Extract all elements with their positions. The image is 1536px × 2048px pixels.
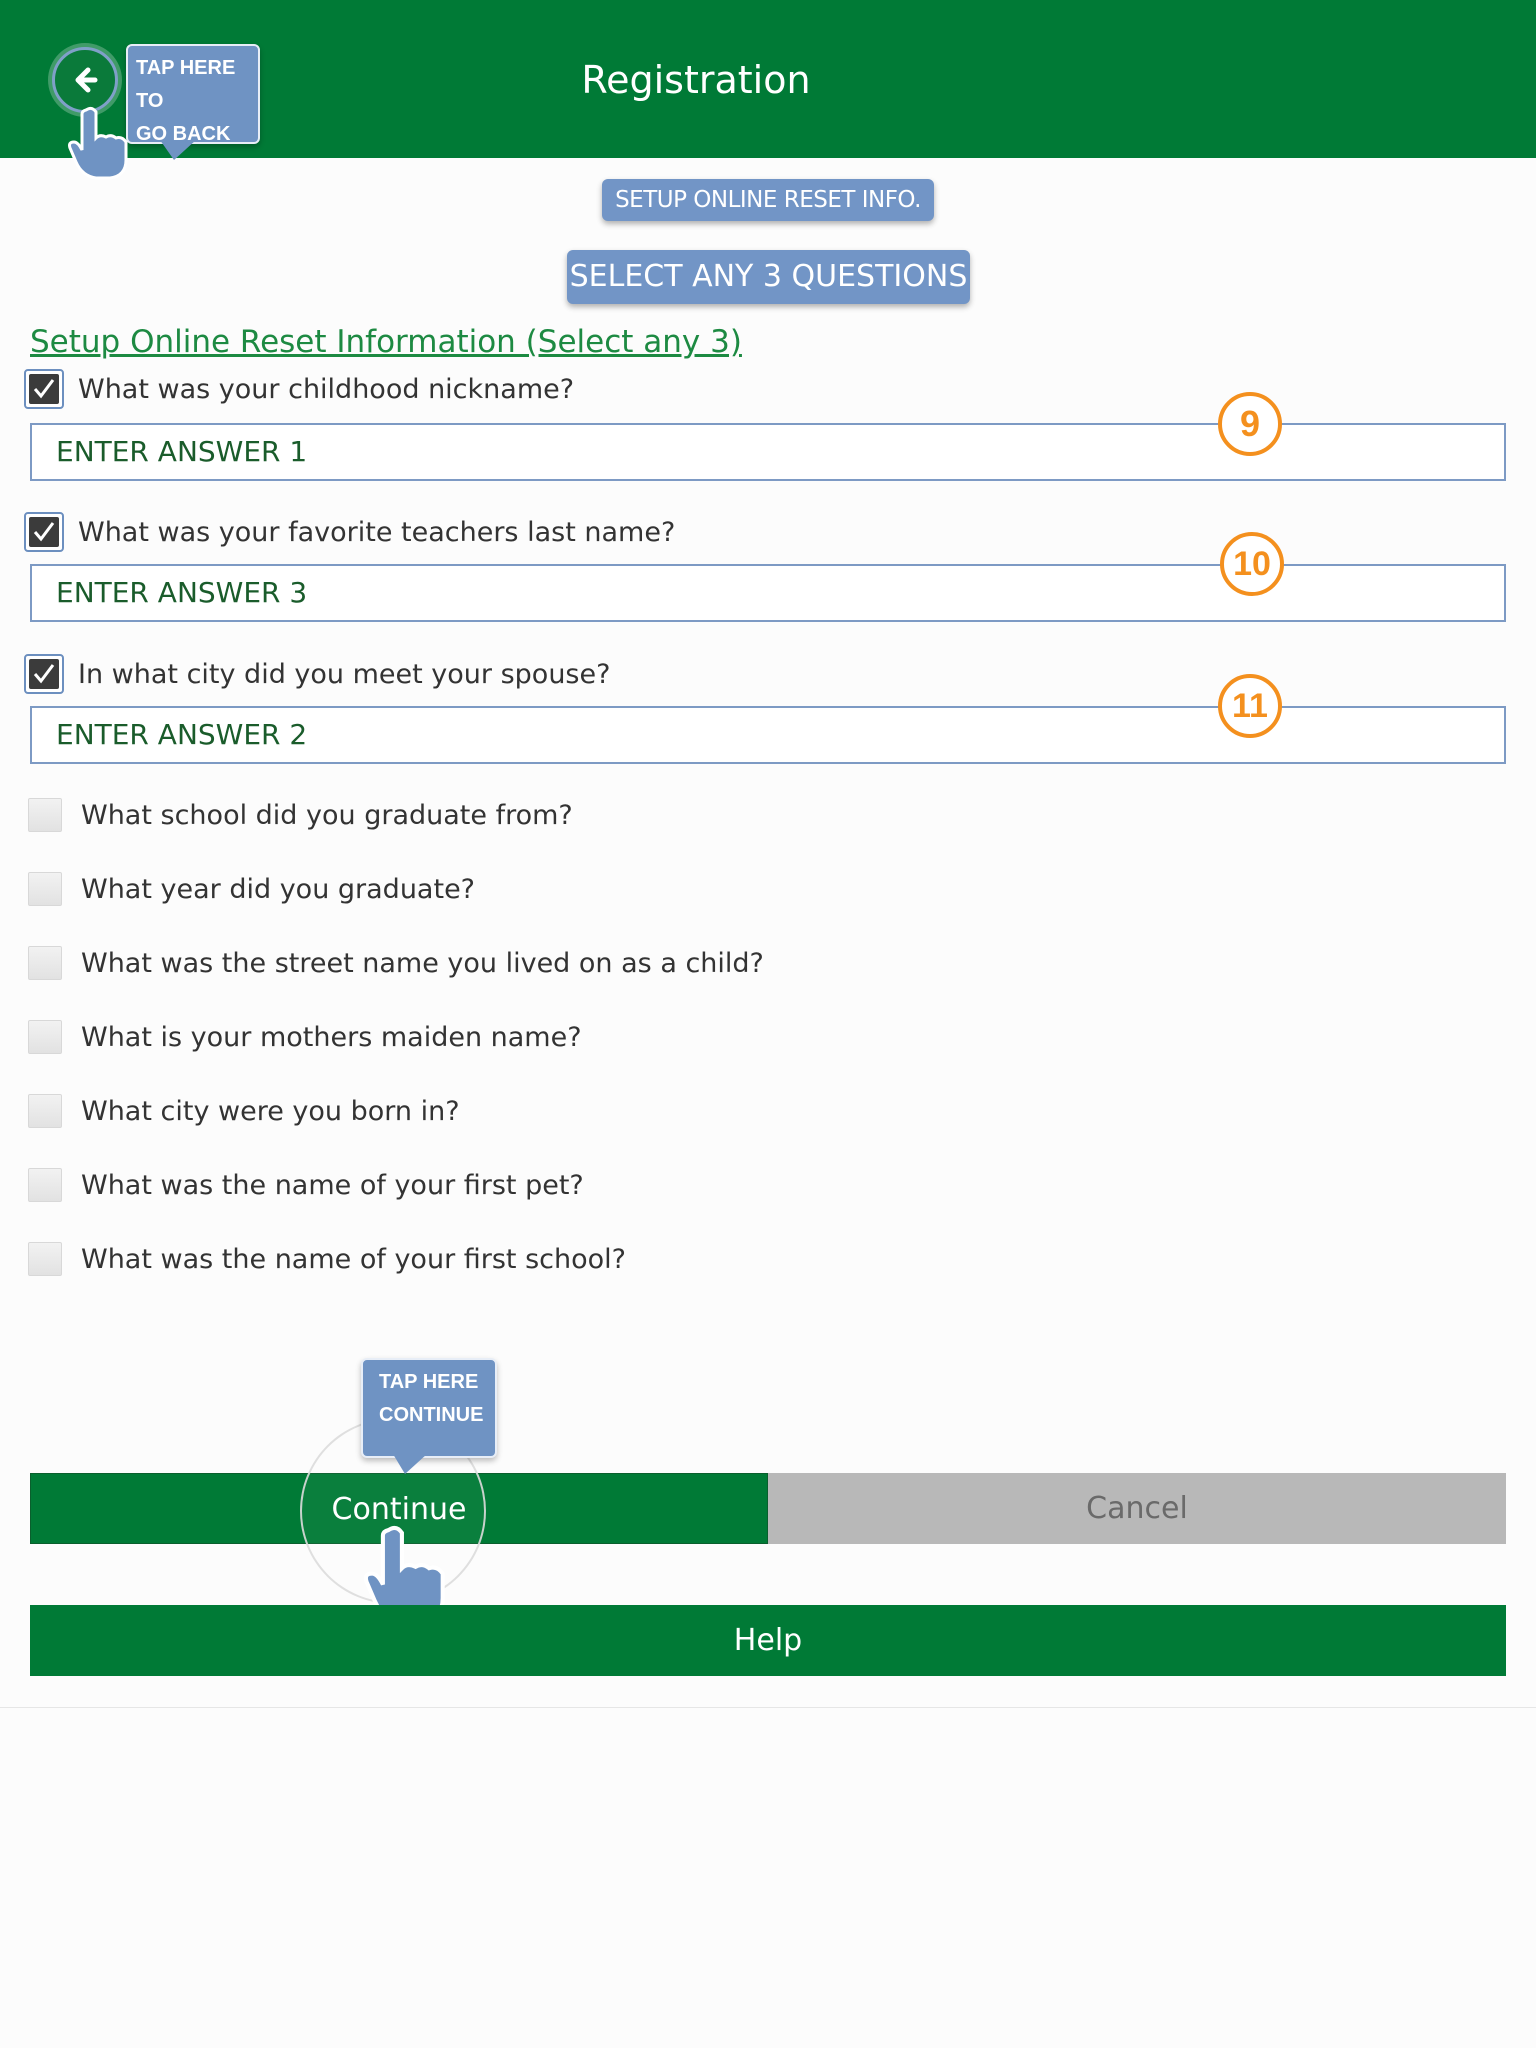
tooltip-tail <box>393 1454 427 1474</box>
cancel-button[interactable]: Cancel <box>768 1473 1506 1544</box>
question-label: What is your mothers maiden name? <box>81 1021 582 1053</box>
question-label: What was the street name you lived on as… <box>81 947 764 979</box>
question-row-childhood-nickname: What was your childhood nickname? <box>24 367 574 411</box>
question-checkbox[interactable] <box>24 369 64 409</box>
checkmark-icon <box>33 522 55 542</box>
hand-pointer-icon <box>68 106 128 180</box>
question-checkbox[interactable] <box>24 654 64 694</box>
tooltip-tail <box>160 140 196 160</box>
question-checkbox[interactable] <box>28 1168 62 1202</box>
back-tooltip-line1: TAP HERE TO <box>136 57 236 112</box>
setup-reset-info-label: SETUP ONLINE RESET INFO. <box>602 179 934 221</box>
question-checkbox[interactable] <box>28 946 62 980</box>
section-title: Setup Online Reset Information (Select a… <box>30 324 742 360</box>
question-label: In what city did you meet your spouse? <box>78 658 611 690</box>
checkmark-icon <box>33 664 55 684</box>
checkmark-icon <box>33 379 55 399</box>
question-row-graduation-year: What year did you graduate? <box>24 867 475 911</box>
question-row-first-school: What was the name of your first school? <box>24 1237 626 1281</box>
continue-tooltip-line1: TAP HERE <box>379 1371 479 1393</box>
question-checkbox[interactable] <box>24 512 64 552</box>
answer-field-2[interactable]: ENTER ANSWER 2 <box>30 706 1506 764</box>
question-row-meet-spouse: In what city did you meet your spouse? <box>24 652 610 696</box>
question-label: What was the name of your first school? <box>81 1243 626 1275</box>
back-tooltip-line2: GO BACK <box>136 123 231 145</box>
question-checkbox[interactable] <box>28 798 62 832</box>
question-label: What was the name of your first pet? <box>81 1169 584 1201</box>
answer-field-1[interactable]: ENTER ANSWER 1 <box>30 423 1506 481</box>
help-button[interactable]: Help <box>30 1605 1506 1676</box>
question-checkbox[interactable] <box>28 1020 62 1054</box>
question-label: What city were you born in? <box>81 1095 460 1127</box>
question-label: What was your childhood nickname? <box>78 373 575 405</box>
question-label: What school did you graduate from? <box>81 799 573 831</box>
question-row-mothers-maiden-name: What is your mothers maiden name? <box>24 1015 582 1059</box>
question-checkbox[interactable] <box>28 1242 62 1276</box>
question-checkbox[interactable] <box>28 1094 62 1128</box>
step-badge: 11 <box>1218 674 1282 738</box>
arrow-left-icon <box>75 67 98 93</box>
question-row-birth-city: What city were you born in? <box>24 1089 460 1133</box>
question-checkbox[interactable] <box>28 872 62 906</box>
question-label: What was your favorite teachers last nam… <box>78 516 676 548</box>
answer-field-3[interactable]: ENTER ANSWER 3 <box>30 564 1506 622</box>
step-badge: 10 <box>1220 532 1284 596</box>
registration-page: Registration TAP HERE TO GO BACK SETUP O… <box>0 0 1536 2048</box>
question-row-first-pet: What was the name of your first pet? <box>24 1163 584 1207</box>
question-row-graduated-school: What school did you graduate from? <box>24 793 573 837</box>
continue-tooltip-line2: CONTINUE <box>379 1404 484 1426</box>
step-badge: 9 <box>1218 392 1282 456</box>
select-questions-label: SELECT ANY 3 QUESTIONS <box>567 250 970 304</box>
back-tooltip: TAP HERE TO GO BACK <box>126 44 260 160</box>
question-row-street-name: What was the street name you lived on as… <box>24 941 764 985</box>
question-row-favorite-teacher: What was your favorite teachers last nam… <box>24 510 675 554</box>
question-label: What year did you graduate? <box>81 873 476 905</box>
continue-tooltip: TAP HERE CONTINUE <box>361 1358 497 1474</box>
divider <box>0 1707 1536 1708</box>
